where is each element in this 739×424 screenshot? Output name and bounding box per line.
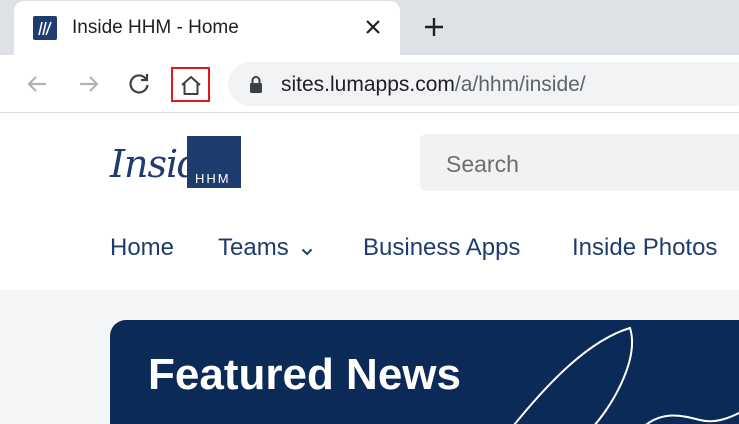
close-tab-icon[interactable] [360,14,386,40]
nav-item-teams[interactable]: Teams [218,234,313,263]
nav-item-inside-photos[interactable]: Inside Photos [572,234,717,262]
logo-secondary-text: HHM [195,171,231,186]
nav-item-home[interactable]: Home [110,234,174,262]
home-button[interactable] [171,67,210,102]
browser-tab[interactable]: Inside HHM - Home [14,1,400,55]
search-placeholder: Search [446,151,519,177]
featured-news-title: Featured News [148,350,461,399]
site-logo[interactable]: Inside HHM [110,136,242,190]
chevron-down-icon[interactable] [301,235,313,263]
forward-arrow-icon[interactable] [74,69,104,99]
url-text[interactable]: sites.lumapps.com/a/hhm/inside/ [281,73,586,97]
back-arrow-icon[interactable] [22,69,52,99]
browser-toolbar: sites.lumapps.com/a/hhm/inside/ [0,55,739,113]
site-favicon-icon [33,16,57,40]
home-icon [181,76,201,95]
nav-item-business-apps[interactable]: Business Apps [363,234,520,262]
search-input[interactable]: Search [420,134,739,191]
nav-item-teams-label: Teams [218,234,289,261]
script-flourish-decoration [513,326,739,424]
featured-news-banner: Featured News [110,320,739,424]
new-tab-icon[interactable] [420,13,448,41]
site-header: Inside HHM Search Home Teams Business Ap… [0,114,739,290]
lock-icon[interactable] [248,75,264,99]
reload-icon[interactable] [124,69,154,99]
tab-title: Inside HHM - Home [72,17,239,38]
address-bar[interactable]: sites.lumapps.com/a/hhm/inside/ [228,62,739,106]
tab-strip: Inside HHM - Home [0,0,739,55]
